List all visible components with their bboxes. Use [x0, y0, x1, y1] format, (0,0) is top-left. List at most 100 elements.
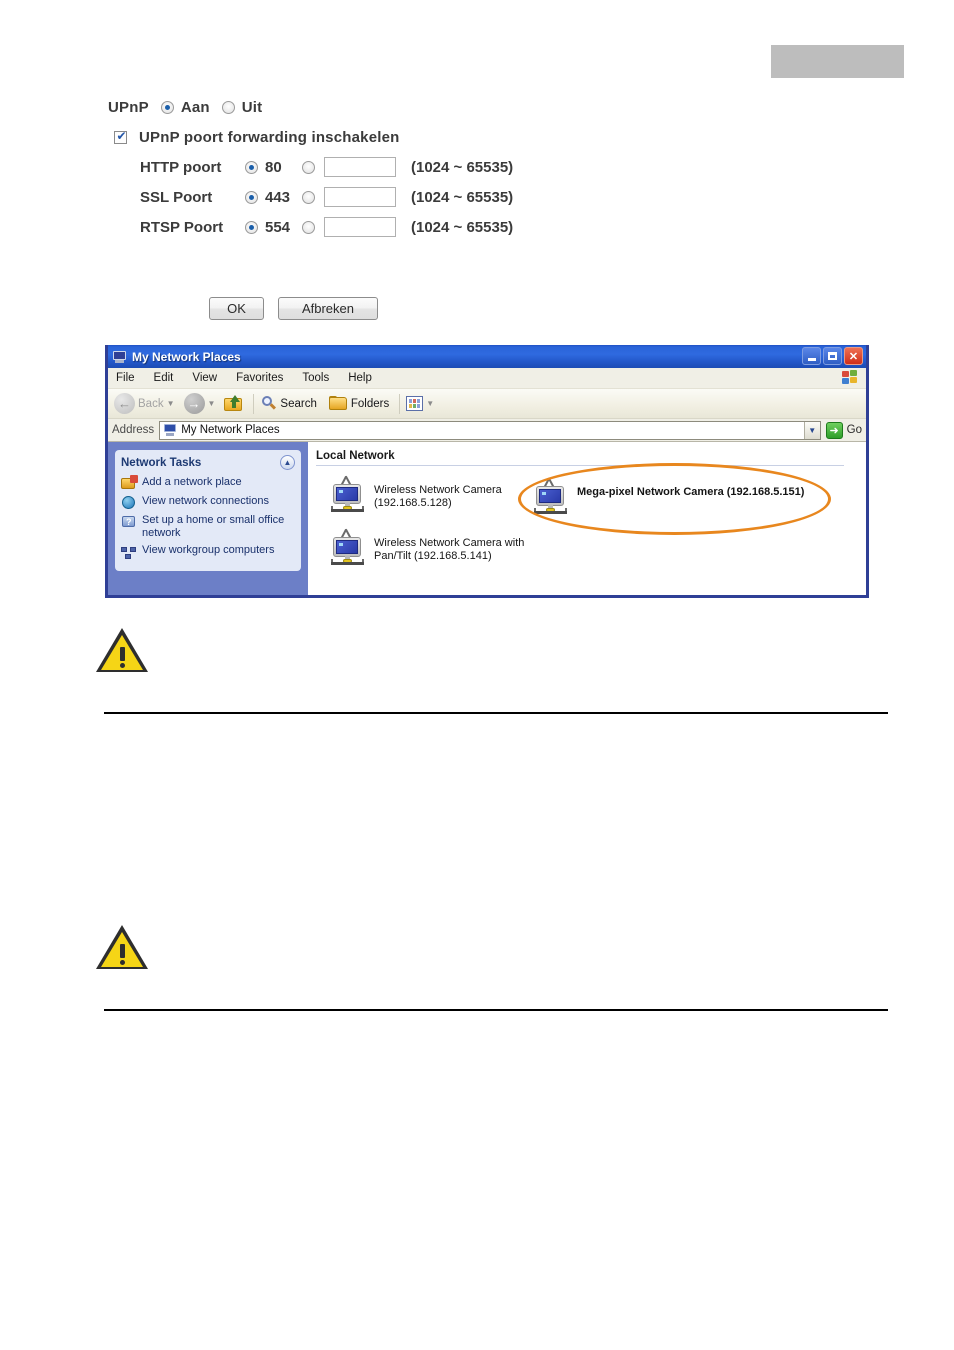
- rtsp-port-default-radio[interactable]: [245, 220, 258, 234]
- list-item[interactable]: Mega-pixel Network Camera (192.168.5.151…: [531, 477, 831, 515]
- list-item[interactable]: Wireless Network Camera (192.168.5.128): [328, 475, 538, 513]
- http-port-label: HTTP poort: [140, 158, 222, 176]
- upnp-label: UPnP: [108, 98, 149, 116]
- windows-logo-icon: [842, 370, 859, 385]
- menu-item-tools[interactable]: Tools: [302, 372, 329, 384]
- address-bar: Address My Network Places ▼ ➜ Go: [108, 419, 866, 442]
- list-item[interactable]: Wireless Network Camera with Pan/Tilt (1…: [328, 528, 543, 566]
- rtsp-port-default-value: 554: [265, 218, 291, 236]
- cancel-button[interactable]: Afbreken: [278, 297, 378, 320]
- device-label: Mega-pixel Network Camera (192.168.5.151…: [577, 486, 805, 498]
- ok-button[interactable]: OK: [209, 297, 264, 320]
- rtsp-port-range: (1024 ~ 65535): [411, 218, 514, 236]
- back-arrow-icon: ←: [114, 393, 135, 414]
- address-value: My Network Places: [181, 424, 280, 436]
- form-button-bar: OK Afbreken: [209, 297, 378, 320]
- folders-button[interactable]: Folders: [328, 396, 390, 411]
- sidebar-item-label: View network connections: [142, 495, 269, 507]
- menu-item-favorites[interactable]: Favorites: [236, 372, 283, 384]
- address-network-icon: [163, 423, 177, 437]
- ssl-port-default-radio[interactable]: [245, 190, 258, 204]
- back-label: Back: [138, 397, 164, 410]
- http-port-default-value: 80: [265, 158, 282, 176]
- network-camera-icon: [531, 477, 571, 515]
- maximize-button[interactable]: [823, 347, 842, 365]
- views-button[interactable]: ▼: [406, 396, 439, 411]
- http-port-row: HTTP poort 80 (1024 ~ 65535): [0, 152, 954, 182]
- sidebar-item-label: Set up a home or small office network: [142, 514, 285, 539]
- folder-icon: [328, 396, 348, 411]
- http-port-default-radio[interactable]: [245, 160, 258, 174]
- rtsp-port-label: RTSP Poort: [140, 218, 224, 236]
- http-port-input[interactable]: [324, 157, 396, 177]
- toolbar: ← Back ▼ → ▼ Search Folders ▼: [108, 389, 866, 419]
- address-input[interactable]: My Network Places ▼: [159, 420, 821, 440]
- upnp-on-label[interactable]: Aan: [181, 99, 210, 116]
- sidebar-item-label: Add a network place: [142, 476, 242, 488]
- toolbar-separator-1: [253, 393, 255, 414]
- menu-item-help[interactable]: Help: [348, 372, 372, 384]
- back-button[interactable]: ← Back ▼: [114, 393, 180, 414]
- minimize-button[interactable]: [802, 347, 821, 365]
- folders-label: Folders: [350, 397, 390, 410]
- sidebar-item-label: View workgroup computers: [142, 544, 275, 556]
- http-port-range: (1024 ~ 65535): [411, 158, 514, 176]
- rtsp-port-custom-radio[interactable]: [302, 220, 315, 234]
- sidebar-item-view-network-connections[interactable]: View network connections: [121, 495, 295, 510]
- sidebar: Network Tasks ▲ Add a network place View…: [108, 442, 308, 595]
- window-title: My Network Places: [132, 349, 241, 364]
- search-icon: [260, 395, 277, 412]
- port-forwarding-label[interactable]: UPnP poort forwarding inschakelen: [139, 129, 400, 146]
- network-tasks-header: Network Tasks ▲: [121, 455, 295, 470]
- add-network-place-icon: [121, 475, 138, 491]
- go-button[interactable]: ➜ Go: [825, 421, 862, 439]
- menu-item-view[interactable]: View: [192, 372, 217, 384]
- back-chevron-down-icon[interactable]: ▼: [167, 399, 175, 408]
- go-arrow-icon: ➜: [825, 421, 843, 439]
- address-label: Address: [112, 424, 155, 436]
- content-pane: Local Network Wireless Network Camera (1…: [308, 442, 866, 595]
- network-camera-icon: [328, 475, 368, 513]
- upnp-on-radio[interactable]: [160, 100, 174, 114]
- up-button[interactable]: [224, 395, 243, 412]
- upnp-off-radio[interactable]: [221, 100, 235, 114]
- search-label: Search: [280, 397, 317, 410]
- rtsp-port-input[interactable]: [324, 217, 396, 237]
- ssl-port-input[interactable]: [324, 187, 396, 207]
- my-network-places-window: My Network Places ✕ File Edit View Favor…: [105, 345, 869, 598]
- toolbar-separator-2: [399, 393, 401, 414]
- upnp-enable-row: UPnP Aan Uit: [0, 92, 954, 122]
- port-forwarding-checkbox[interactable]: [114, 129, 128, 144]
- globe-icon: [121, 495, 137, 510]
- window-controls: ✕: [802, 347, 863, 365]
- window-body: Network Tasks ▲ Add a network place View…: [108, 442, 866, 595]
- sidebar-item-view-workgroup-computers[interactable]: View workgroup computers: [121, 544, 295, 559]
- menu-item-file[interactable]: File: [116, 372, 135, 384]
- network-tasks-title: Network Tasks: [121, 456, 202, 469]
- sidebar-item-setup-home-network[interactable]: ? Set up a home or small office network: [121, 514, 295, 540]
- network-camera-icon: [328, 528, 368, 566]
- warning-icon: [96, 628, 150, 674]
- forward-button[interactable]: → ▼: [183, 393, 221, 414]
- network-tasks-panel: Network Tasks ▲ Add a network place View…: [115, 450, 301, 571]
- close-icon[interactable]: ✕: [844, 347, 863, 365]
- views-chevron-down-icon[interactable]: ▼: [426, 399, 434, 408]
- http-port-custom-radio[interactable]: [302, 160, 315, 174]
- device-label: Wireless Network Camera (192.168.5.128): [374, 484, 502, 509]
- device-label: Wireless Network Camera with Pan/Tilt (1…: [374, 537, 525, 562]
- collapse-chevron-up-icon[interactable]: ▲: [280, 455, 295, 470]
- upnp-off-label[interactable]: Uit: [242, 99, 263, 116]
- ssl-port-custom-radio[interactable]: [302, 190, 315, 204]
- window-titlebar[interactable]: My Network Places ✕: [108, 345, 866, 368]
- menu-item-edit[interactable]: Edit: [154, 372, 174, 384]
- workgroup-icon: [121, 544, 137, 559]
- ssl-port-range: (1024 ~ 65535): [411, 188, 514, 206]
- address-chevron-down-icon[interactable]: ▼: [803, 421, 820, 439]
- upnp-settings-form: UPnP Aan Uit UPnP poort forwarding insch…: [0, 92, 954, 242]
- header-gray-block: [771, 45, 904, 78]
- forward-chevron-down-icon[interactable]: ▼: [208, 399, 216, 408]
- sidebar-item-add-network-place[interactable]: Add a network place: [121, 475, 295, 491]
- ssl-port-label: SSL Poort: [140, 188, 213, 206]
- rtsp-port-row: RTSP Poort 554 (1024 ~ 65535): [0, 212, 954, 242]
- search-button[interactable]: Search: [260, 395, 317, 412]
